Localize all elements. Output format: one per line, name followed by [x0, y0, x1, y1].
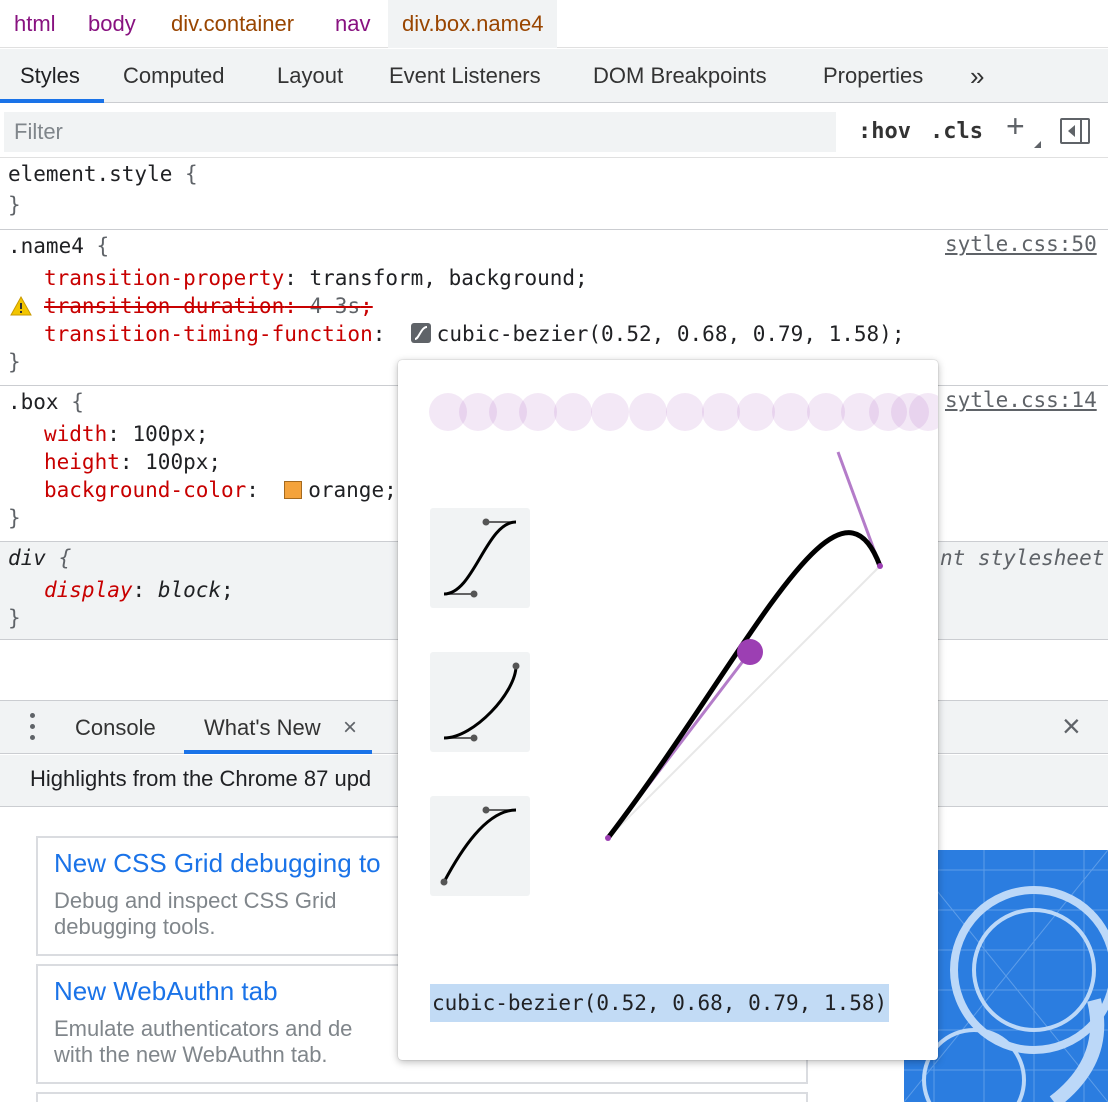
property-value[interactable]: cubic-bezier(0.52, 0.68, 0.79, 1.58) [437, 322, 892, 346]
more-tabs-button[interactable]: » [970, 49, 984, 103]
new-style-rule-icon[interactable]: + [1006, 108, 1025, 145]
property-value[interactable]: block [158, 578, 221, 602]
warning-icon[interactable] [10, 296, 32, 316]
styles-toolbar: :hov .cls [0, 104, 1108, 158]
tab-properties[interactable]: Properties [823, 49, 923, 103]
property-name[interactable]: background-color [44, 478, 246, 502]
open-brace: { [58, 390, 84, 414]
close-brace: } [8, 350, 21, 374]
breadcrumb-nav[interactable]: nav [335, 0, 370, 48]
open-brace: { [172, 162, 198, 186]
control-point-1-handle[interactable] [737, 639, 763, 665]
card-description: with the new WebAuthn tab. [54, 1042, 328, 1067]
property-value[interactable]: orange [308, 478, 384, 502]
card-description: Emulate authenticators and de [54, 1016, 353, 1041]
bezier-editor-popover[interactable]: cubic-bezier(0.52, 0.68, 0.79, 1.58) [398, 360, 938, 1060]
property-name[interactable]: display [44, 578, 133, 602]
property-name[interactable]: width [44, 422, 107, 446]
selector-div[interactable]: div [8, 546, 46, 570]
drawer-tab-whats-new[interactable]: What's New [204, 701, 321, 755]
tab-computed[interactable]: Computed [123, 49, 225, 103]
rule-element-style-header: element.style { [8, 160, 198, 188]
close-brace: } [8, 506, 21, 530]
styles-pane-tabs: Styles Computed Layout Event Listeners D… [0, 49, 1108, 103]
curve-end-point [877, 563, 883, 569]
declaration-transition-property[interactable]: transition-property: transform, backgrou… [44, 264, 588, 292]
declaration-display[interactable]: display: block; [44, 576, 234, 604]
declaration-background-color[interactable]: background-color: orange; [44, 476, 397, 504]
tab-layout[interactable]: Layout [277, 49, 343, 103]
property-name[interactable]: transition-property [44, 266, 284, 290]
card-title[interactable]: New CSS Grid debugging to [54, 848, 381, 879]
bezier-curve-editor[interactable] [398, 360, 938, 920]
rule-div-header: div { [8, 544, 71, 572]
active-tab-indicator [0, 99, 104, 103]
source-link-box[interactable]: sytle.css:14 [945, 388, 1097, 412]
filter-input[interactable] [4, 112, 836, 152]
selector-element-style[interactable]: element.style [8, 162, 172, 186]
open-brace: { [83, 234, 110, 258]
whats-new-highlight-text: Highlights from the Chrome 87 upd [30, 766, 372, 791]
color-swatch-orange[interactable] [284, 481, 303, 499]
selector-name4[interactable]: .name4 [8, 234, 84, 258]
declaration-transition-duration-invalid[interactable]: transition-duration: 4 3s; [44, 292, 373, 320]
whats-new-card[interactable] [36, 1092, 808, 1102]
breadcrumb: html body div.container nav div.box.name… [0, 0, 1108, 48]
curve-start-point [605, 835, 611, 841]
tab-event-listeners[interactable]: Event Listeners [389, 49, 541, 103]
breadcrumb-html[interactable]: html [14, 0, 56, 48]
close-drawer-icon[interactable]: × [1062, 710, 1081, 742]
bezier-value-text[interactable]: cubic-bezier(0.52, 0.68, 0.79, 1.58) [430, 984, 890, 1022]
card-title[interactable]: New WebAuthn tab [54, 976, 278, 1007]
property-value[interactable]: 4 3s [310, 294, 361, 318]
tab-styles[interactable]: Styles [20, 49, 80, 103]
close-brace: } [8, 606, 21, 630]
hov-button[interactable]: :hov [858, 112, 911, 152]
drawer-menu-icon[interactable] [28, 712, 36, 742]
breadcrumb-div-container[interactable]: div.container [171, 0, 294, 48]
breadcrumb-body[interactable]: body [88, 0, 136, 48]
toggle-sidebar-icon[interactable] [1060, 118, 1090, 144]
source-link-name4[interactable]: sytle.css:50 [945, 232, 1097, 256]
property-value[interactable]: 100px [133, 422, 196, 446]
property-name[interactable]: transition-timing-function [44, 322, 373, 346]
new-style-rule-menu-corner [1034, 141, 1041, 148]
property-name[interactable]: transition-duration [44, 294, 284, 318]
card-description: debugging tools. [54, 914, 216, 939]
cls-button[interactable]: .cls [930, 112, 983, 152]
drawer-tab-console[interactable]: Console [75, 701, 156, 755]
user-agent-stylesheet-label: nt stylesheet [940, 546, 1105, 570]
selector-box[interactable]: .box [8, 390, 59, 414]
card-description: Debug and inspect CSS Grid [54, 888, 337, 913]
bezier-swatch-icon[interactable] [410, 323, 431, 343]
close-brace: } [8, 193, 21, 217]
property-name[interactable]: height [44, 450, 120, 474]
close-tab-icon[interactable]: × [343, 701, 357, 755]
open-brace: { [45, 546, 72, 570]
drawer-active-tab-indicator [184, 750, 372, 754]
declaration-height[interactable]: height: 100px; [44, 448, 221, 476]
breadcrumb-div-box-name4[interactable]: div.box.name4 [388, 0, 558, 48]
declaration-transition-timing-function[interactable]: transition-timing-function: cubic-bezier… [44, 320, 904, 348]
rule-box-header: .box { [8, 388, 84, 416]
rule-name4-header: .name4 { [8, 232, 109, 260]
declaration-width[interactable]: width: 100px; [44, 420, 208, 448]
tab-dom-breakpoints[interactable]: DOM Breakpoints [593, 49, 767, 103]
property-value[interactable]: 100px [145, 450, 208, 474]
property-value[interactable]: transform, background [310, 266, 576, 290]
